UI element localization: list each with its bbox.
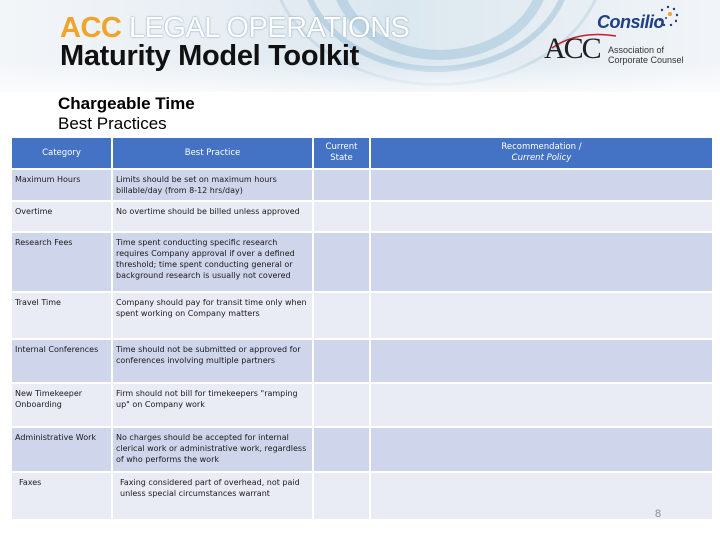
acc-org-name-line1: Association of [608, 45, 665, 55]
column-header-category: Category [12, 138, 111, 168]
table-row: Maximum Hours Limits should be set on ma… [12, 170, 712, 200]
category-cell: Research Fees [12, 233, 111, 291]
recommendation-cell[interactable] [371, 293, 712, 338]
current-state-cell[interactable] [314, 473, 369, 519]
current-state-cell[interactable] [314, 428, 369, 471]
best-practice-cell: Time spent conducting specific research … [113, 233, 312, 291]
column-header-recommendation: Recommendation / Current Policy [371, 138, 712, 168]
table-row: Internal Conferences Time should not be … [12, 340, 712, 382]
recommendation-cell[interactable] [371, 233, 712, 291]
current-state-line2: State [330, 153, 353, 163]
best-practice-cell: Company should pay for transit time only… [113, 293, 312, 338]
current-state-line1: Current [325, 142, 358, 152]
recommendation-line2: Current Policy [511, 153, 572, 163]
category-cell: Travel Time [12, 293, 111, 338]
category-cell: Faxes [12, 473, 111, 519]
page-number: 8 [655, 508, 662, 520]
table-row: Faxes Faxing considered part of overhead… [12, 473, 712, 519]
table-header-row: Category Best Practice Current State Rec… [12, 138, 712, 168]
current-state-cell[interactable] [314, 293, 369, 338]
recommendation-line1: Recommendation / [501, 142, 582, 152]
best-practice-cell: Time should not be submitted or approved… [113, 340, 312, 382]
table-row: Travel Time Company should pay for trans… [12, 293, 712, 338]
recommendation-cell[interactable] [371, 384, 712, 426]
category-cell: New Timekeeper Onboarding [12, 384, 111, 426]
best-practice-cell: No overtime should be billed unless appr… [113, 202, 312, 231]
acc-org-name-line2: Corporate Counsel [608, 55, 684, 65]
current-state-cell[interactable] [314, 340, 369, 382]
page-subtitle: Best Practices [58, 114, 167, 133]
column-header-best-practice: Best Practice [113, 138, 312, 168]
best-practice-cell: Limits should be set on maximum hours bi… [113, 170, 312, 200]
header-banner: ACC LEGAL OPERATIONS Maturity Model Tool… [0, 0, 720, 92]
current-state-cell[interactable] [314, 384, 369, 426]
recommendation-cell[interactable] [371, 428, 712, 471]
table-row: Overtime No overtime should be billed un… [12, 202, 712, 231]
recommendation-cell[interactable] [371, 340, 712, 382]
page-title: Chargeable Time [58, 94, 195, 113]
toolkit-brand-subtitle: Maturity Model Toolkit [60, 40, 359, 72]
recommendation-cell[interactable] [371, 202, 712, 231]
category-cell: Overtime [12, 202, 111, 231]
category-cell: Internal Conferences [12, 340, 111, 382]
acc-logo: ACC [544, 32, 602, 65]
table-row: Administrative Work No charges should be… [12, 428, 712, 471]
category-cell: Administrative Work [12, 428, 111, 471]
best-practice-cell: Firm should not bill for timekeepers "ra… [113, 384, 312, 426]
table-row: New Timekeeper Onboarding Firm should no… [12, 384, 712, 426]
best-practices-table: Category Best Practice Current State Rec… [10, 136, 714, 521]
recommendation-cell[interactable] [371, 170, 712, 200]
best-practice-cell: Faxing considered part of overhead, not … [113, 473, 312, 519]
current-state-cell[interactable] [314, 233, 369, 291]
current-state-cell[interactable] [314, 170, 369, 200]
category-cell: Maximum Hours [12, 170, 111, 200]
consilio-dots-icon [658, 5, 679, 27]
best-practice-cell: No charges should be accepted for intern… [113, 428, 312, 471]
column-header-current-state: Current State [314, 138, 369, 168]
table-row: Research Fees Time spent conducting spec… [12, 233, 712, 291]
acc-org-name: Association of Corporate Counsel [608, 45, 684, 65]
current-state-cell[interactable] [314, 202, 369, 231]
